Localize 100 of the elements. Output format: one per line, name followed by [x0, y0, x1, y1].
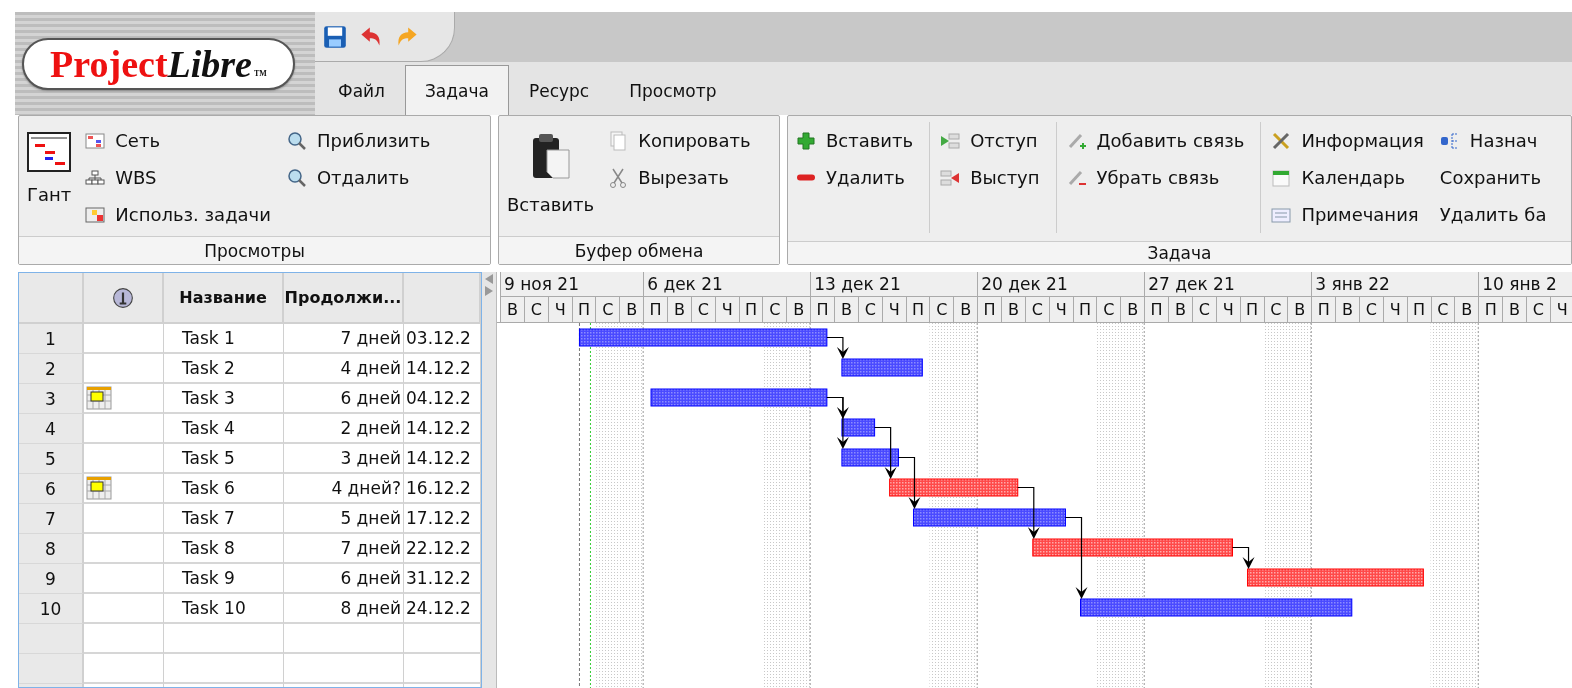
timeline-day: В — [1120, 297, 1145, 322]
timeline-day: П — [1406, 297, 1431, 322]
row-number: 9 — [19, 564, 84, 594]
column-header[interactable]: Название — [164, 273, 284, 324]
row-number: 1 — [19, 324, 84, 354]
row-number — [19, 654, 84, 684]
dependency-arrow — [874, 426, 897, 479]
timeline-day: Ч — [1048, 297, 1073, 322]
calendar-icon — [86, 386, 112, 410]
timeline-week-label: 20 дек 21 — [977, 272, 1145, 297]
ribbon-button[interactable]: Вставить — [507, 122, 595, 215]
timeline-day: С — [762, 297, 787, 322]
ribbon-button[interactable]: Гант — [27, 122, 72, 205]
timeline-day: П — [643, 297, 667, 322]
timeline-day: С — [1263, 297, 1288, 322]
splitter[interactable] — [482, 272, 497, 688]
table-cell: Task 9 — [164, 564, 284, 594]
timeline-day: П — [571, 297, 596, 322]
timeline-day: Ч — [1215, 297, 1240, 322]
arrow-left-icon[interactable] — [485, 274, 493, 284]
timeline-day: П — [1239, 297, 1264, 322]
timeline-day: П — [1072, 297, 1097, 322]
table-cell: Task 8 — [164, 534, 284, 564]
table-cell: Task 2 — [164, 354, 284, 384]
row-number: 8 — [19, 534, 84, 564]
column-header — [19, 273, 84, 324]
timeline-day: П — [1311, 297, 1336, 322]
row-number: 6 — [19, 474, 84, 504]
table-cell: 3 дней — [284, 444, 404, 474]
ribbon-button[interactable]: Использ. задачи — [85, 196, 273, 233]
timeline-day: П — [977, 297, 1002, 322]
timeline-day: В — [619, 297, 644, 322]
ribbon-button[interactable]: Сеть — [85, 122, 273, 159]
minus-icon — [796, 174, 816, 181]
task-bar[interactable] — [841, 418, 876, 437]
timeline-day: С — [1358, 297, 1383, 322]
timeline-day: П — [905, 297, 930, 322]
hierarchy-icon — [85, 167, 106, 188]
row-number: 2 — [19, 354, 84, 384]
timeline-day: В — [667, 297, 691, 322]
menu-tab[interactable]: Задача — [404, 65, 509, 115]
ribbon-button[interactable]: Убрать связь — [1066, 159, 1247, 196]
menu-tab[interactable]: Просмотр — [609, 65, 737, 115]
table-cell: Task 3 — [164, 384, 284, 414]
timeline-day: П — [810, 297, 835, 322]
timeline-day: В — [953, 297, 978, 322]
timeline-week-label: 13 дек 21 — [810, 272, 978, 297]
logo: ProjectLibre TM — [22, 37, 295, 90]
tools-icon — [1271, 130, 1292, 151]
menu-tab[interactable]: Файл — [318, 65, 405, 115]
arrow-right-icon[interactable] — [485, 286, 493, 296]
timeline-day: В — [834, 297, 858, 322]
timeline-day: В — [786, 297, 811, 322]
timeline-day: Ч — [547, 297, 572, 322]
ribbon-button[interactable]: Удалить ба — [1439, 196, 1549, 233]
table-cell: Task 5 — [164, 444, 284, 474]
menu-tab[interactable]: Ресурс — [508, 65, 610, 115]
ribbon-button[interactable]: Копировать — [608, 122, 753, 159]
magnifier-icon — [286, 130, 307, 151]
ribbon-button[interactable]: Приблизить — [286, 122, 433, 159]
table-cell: Task 6 — [164, 474, 284, 504]
network-diagram-icon — [85, 130, 106, 151]
ribbon-button[interactable]: Отдалить — [286, 159, 433, 196]
timeline-week-label: 9 ноя 21 — [500, 272, 644, 297]
table-cell: Task 1 — [164, 324, 284, 354]
ribbon-button[interactable]: Удалить — [796, 159, 916, 196]
row-number: 7 — [19, 504, 84, 534]
ribbon-button[interactable]: Вставить — [796, 122, 916, 159]
plus-icon — [796, 130, 816, 151]
timeline-week-label: 27 дек 21 — [1144, 272, 1312, 297]
column-header[interactable] — [84, 273, 164, 324]
ribbon-button[interactable]: Назнач — [1439, 122, 1549, 159]
timeline-day: С — [595, 297, 620, 322]
ribbon-button[interactable]: WBS — [85, 159, 273, 196]
ribbon-button[interactable]: Отступ — [940, 122, 1042, 159]
table-cell: 5 дней — [284, 504, 404, 534]
arrow-left-icon — [940, 167, 961, 188]
info-icon — [112, 286, 134, 309]
ribbon-button[interactable]: Информация — [1271, 122, 1426, 159]
timeline-day: В — [1287, 297, 1312, 322]
pages-icon — [608, 130, 629, 151]
dependency-arrow — [1017, 486, 1040, 539]
ribbon-button[interactable]: Выступ — [940, 159, 1042, 196]
timeline-day: С — [857, 297, 882, 322]
ribbon-button[interactable]: Сохранить — [1439, 159, 1549, 196]
group-title: Задача — [788, 241, 1571, 264]
ribbon-button[interactable]: Вырезать — [608, 159, 753, 196]
table-cell: 7 дней — [284, 324, 404, 354]
grid-icon — [85, 204, 106, 225]
ribbon-button[interactable]: Добавить связь — [1066, 122, 1247, 159]
people-icon — [1439, 130, 1460, 151]
timeline-day: Ч — [881, 297, 906, 322]
table-cell: 4 дней — [284, 354, 404, 384]
ribbon-button[interactable]: Примечания — [1271, 196, 1426, 233]
timeline-week-label: 3 янв 22 — [1311, 272, 1479, 297]
ribbon-button[interactable]: Календарь — [1271, 159, 1426, 196]
timeline-day: В — [1454, 297, 1479, 322]
timeline-day: В — [1335, 297, 1359, 322]
column-header[interactable]: Продолжи... — [284, 273, 404, 324]
timeline-day: П — [738, 297, 763, 322]
